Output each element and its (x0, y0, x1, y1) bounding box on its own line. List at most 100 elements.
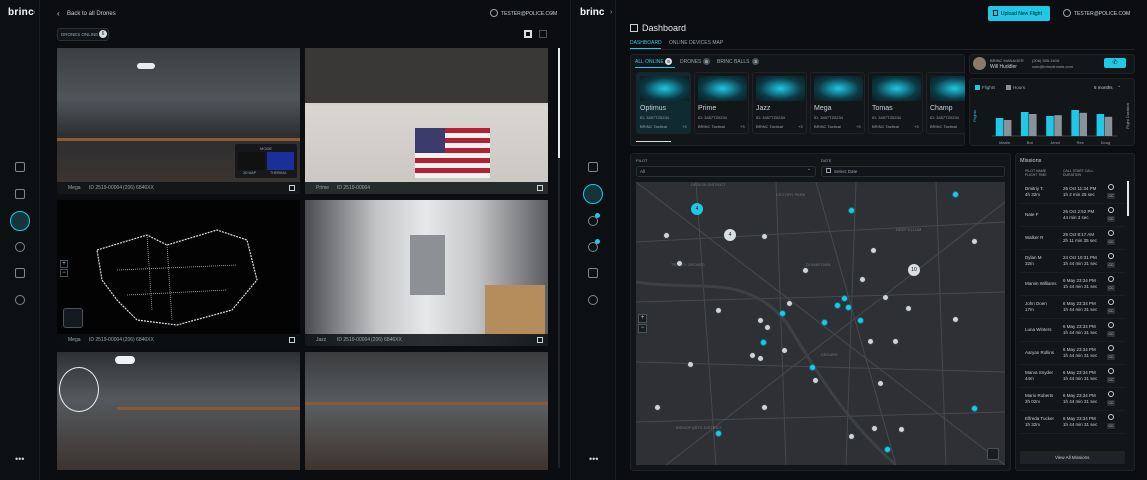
mission-cc-button[interactable]: CC (1107, 423, 1115, 429)
mission-row[interactable]: Aaryan Rollins 6 May 23:34 PM 1h 44 min 31… (1020, 342, 1125, 365)
back-icon[interactable]: ‹ (57, 9, 60, 18)
flight-marker[interactable] (952, 316, 959, 323)
drone-card[interactable]: Optimus ID: 3457TZ0234 BRINC Tactical +3 (636, 72, 691, 134)
upload-nav-icon[interactable] (588, 162, 598, 172)
drone-marker[interactable] (952, 191, 959, 198)
drone-marker[interactable] (760, 339, 767, 346)
tab-dashboard[interactable]: DASHBOARD (630, 40, 662, 46)
drone-marker[interactable] (884, 446, 891, 453)
drone-marker[interactable] (809, 364, 816, 371)
bar-hours-bot[interactable] (1029, 114, 1037, 136)
flight-marker[interactable] (812, 377, 819, 384)
tab-online-devices-map[interactable]: ONLINE DEVICES MAP (669, 40, 723, 46)
chart-range-select[interactable]: 6 months (1094, 85, 1113, 90)
drone-card[interactable]: ChampID: 3457TZ0234BRINC Tactical+3 (926, 72, 965, 134)
mission-row[interactable]: Elfreda Tucker 1h 32m 6 May 23:34 PM 1h 44 … (1020, 411, 1125, 434)
drone-marker[interactable] (845, 304, 852, 311)
flight-marker[interactable] (786, 300, 793, 307)
mission-row[interactable]: Marva Snyder 44m 6 May 23:34 PM 1h 44 min 3… (1020, 365, 1125, 388)
mission-play-icon[interactable] (1108, 345, 1114, 351)
mission-cc-button[interactable]: CC (1107, 331, 1115, 337)
video-tile-4[interactable]: Jazz ID 2519-00004 (206) 6846XX (305, 200, 548, 346)
mission-play-icon[interactable] (1108, 368, 1114, 374)
subtab-brinc-balls[interactable]: BRINC BALLS (717, 59, 750, 65)
flight-marker[interactable] (870, 247, 877, 254)
flight-marker[interactable] (757, 355, 764, 362)
thermal-thumb[interactable] (267, 152, 294, 170)
mission-play-icon[interactable] (1108, 207, 1114, 213)
map-zoom-in-button[interactable]: + (60, 260, 68, 268)
bar-hours-jenni[interactable] (1054, 115, 1062, 136)
drone-marker[interactable] (848, 207, 855, 214)
flight-marker[interactable] (898, 426, 905, 433)
drone-marker[interactable] (779, 310, 786, 317)
history-nav-icon[interactable] (15, 242, 25, 252)
flight-marker[interactable] (877, 380, 884, 387)
map[interactable]: DESIGN DISTRICT VICTORY PARK DEEP ELLUM … (636, 182, 1005, 465)
3d-map-thumb[interactable] (238, 152, 265, 170)
map-zoom-out-button[interactable]: − (638, 324, 647, 333)
chart-range-chevron-icon[interactable]: ⌄ (1117, 83, 1121, 89)
flight-marker[interactable] (848, 433, 855, 440)
mission-cc-button[interactable]: CC (1107, 285, 1115, 291)
mission-cc-button[interactable]: CC (1107, 216, 1115, 222)
mission-row[interactable]: Mario Roberts 2h 02m 6 May 23:34 PM 1h 44 m… (1020, 388, 1125, 411)
drone-marker[interactable] (715, 430, 722, 437)
user-email[interactable]: TESTER@POLICE.COM (1074, 11, 1130, 17)
back-link[interactable]: Back to all Drones (67, 11, 116, 17)
user-avatar-icon[interactable] (490, 9, 498, 17)
mission-row[interactable]: Nate F 25 Oct 2:52 PM 44 min 3 sec CC (1020, 204, 1125, 227)
tile-fullscreen-icon[interactable] (537, 337, 543, 343)
flight-marker[interactable] (654, 404, 661, 411)
bar-flights-bot[interactable] (1020, 112, 1029, 136)
mission-row[interactable]: John Doen 17m 6 May 23:34 PM 1h 44 min 31 s… (1020, 296, 1125, 319)
more-icon[interactable]: ••• (589, 454, 598, 464)
mission-play-icon[interactable] (1108, 299, 1114, 305)
map-fullscreen-button[interactable] (987, 448, 999, 460)
flight-marker[interactable] (676, 260, 683, 267)
flight-marker[interactable] (802, 267, 809, 274)
live-nav-icon[interactable] (10, 211, 30, 231)
calendar-icon[interactable] (826, 168, 831, 173)
user-menu-chevron-icon[interactable]: ⌄ (1123, 9, 1128, 16)
call-button[interactable]: ✆ (1104, 58, 1126, 68)
mission-play-icon[interactable] (1108, 414, 1114, 420)
flight-marker[interactable] (892, 338, 899, 345)
bar-flights-jenni[interactable] (1046, 116, 1054, 136)
drone-card[interactable]: Prime ID: 3457TZ0234 BRINC Tactical +3 (694, 72, 749, 134)
video-tile-1[interactable]: MODE 3D MAP THERMAL Mega ID 2519-00004 (… (57, 48, 300, 194)
left-collapse-icon[interactable]: › (33, 9, 35, 16)
flight-marker[interactable] (971, 238, 978, 245)
split-scrollbar-thumb[interactable] (558, 48, 560, 158)
user-avatar-icon[interactable] (1063, 9, 1071, 17)
flight-marker[interactable] (749, 352, 756, 359)
right-logo[interactable]: brinc (580, 7, 604, 18)
map-zoom-in-button[interactable]: + (638, 314, 647, 323)
settings-nav-icon[interactable] (15, 295, 25, 305)
subtab-all-online[interactable]: ALL ONLINE (635, 59, 664, 65)
mission-play-icon[interactable] (1108, 276, 1114, 282)
bar-hours-doug[interactable] (1104, 116, 1113, 136)
mission-cc-button[interactable]: CC (1107, 239, 1115, 245)
video-tile-5[interactable] (57, 352, 300, 470)
flight-marker[interactable] (761, 404, 768, 411)
flight-marker[interactable] (764, 324, 771, 331)
drone-card[interactable]: Mega ID: 3457TZ0234 BRINC Tactical +3 (810, 72, 865, 134)
mission-row[interactable]: Marvin Williams 6 May 23:34 PM 1h 44 min 3… (1020, 273, 1125, 296)
pilot-filter-select[interactable] (636, 166, 816, 177)
mission-cc-button[interactable]: CC (1107, 193, 1115, 199)
users-nav-icon[interactable] (15, 268, 25, 278)
drone-list-scrollbar[interactable] (636, 141, 671, 142)
flight-marker[interactable] (715, 307, 722, 314)
flight-marker[interactable] (757, 317, 764, 324)
bar-hours-rex[interactable] (1079, 112, 1088, 136)
settings-nav-icon[interactable] (588, 295, 598, 305)
right-collapse-icon[interactable]: › (610, 9, 612, 16)
drone-marker[interactable] (857, 317, 864, 324)
mission-play-icon[interactable] (1108, 322, 1114, 328)
dashboard-nav-icon[interactable] (15, 189, 25, 199)
mission-cc-button[interactable]: CC (1107, 354, 1115, 360)
left-logo[interactable]: brinc (8, 7, 34, 18)
cluster-marker[interactable]: 10 (908, 264, 920, 276)
upload-nav-icon[interactable] (15, 162, 25, 172)
